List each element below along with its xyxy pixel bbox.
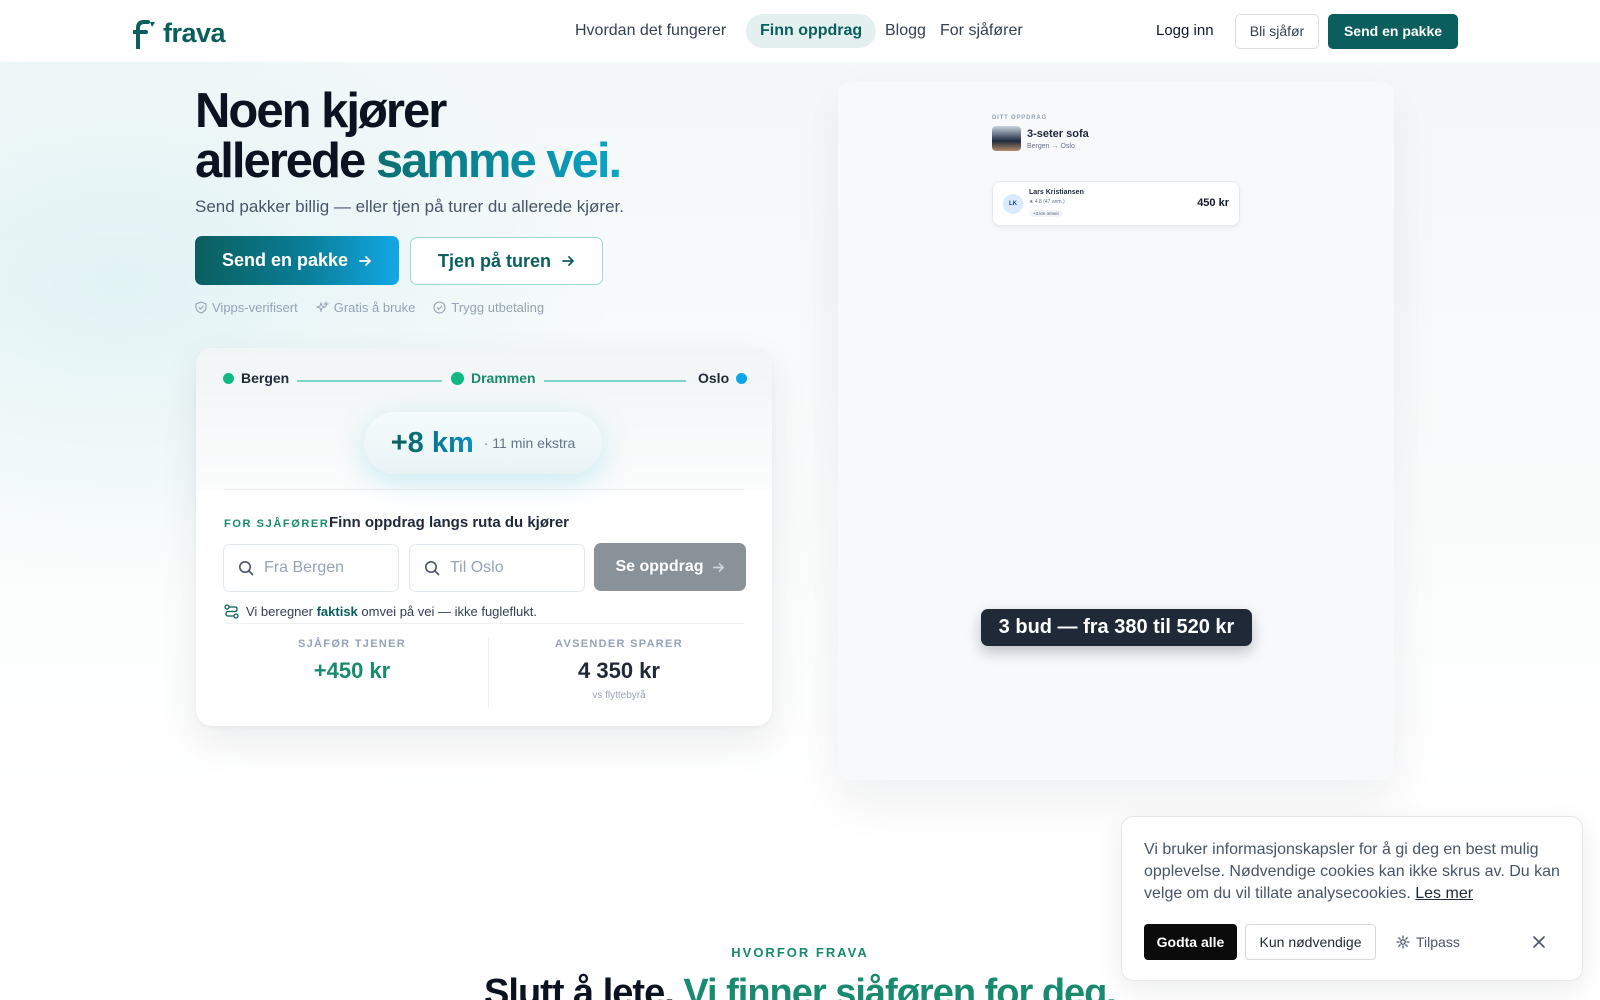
see-assignments-label: Se oppdrag (615, 558, 704, 575)
see-assignments-button[interactable]: Se oppdrag (594, 543, 746, 591)
to-city-input[interactable]: Til Oslo (409, 544, 585, 592)
search-icon (239, 561, 254, 576)
cookie-text: Vi bruker informasjonskapsler for å gi d… (1144, 839, 1564, 905)
earn-on-trip-cta-label: Tjen på turen (437, 250, 551, 271)
bidder-name: Lars Kristiansen (1029, 189, 1084, 196)
why-title-accent: Vi finner sjåføren for deg. (683, 972, 1117, 1000)
logo[interactable]: frava (133, 18, 226, 49)
for-drivers-label: FOR SJÅFØRER (224, 518, 330, 530)
nav-link-for-drivers[interactable]: For sjåfører (926, 14, 1037, 48)
sofa-thumbnail (992, 126, 1021, 151)
close-icon (1533, 936, 1545, 948)
sparkles-icon (315, 301, 329, 313)
cookie-banner: Vi bruker informasjonskapsler for å gi d… (1121, 816, 1583, 981)
bidder-rating: ★ 4.8 (47 anm.) (1029, 199, 1065, 205)
nav-link-find-assignments[interactable]: Finn oppdrag (746, 14, 877, 48)
for-drivers-heading: Finn oppdrag langs ruta du kjører (329, 514, 570, 531)
route-card: Bergen Drammen Oslo +8 km · 11 min ekstr… (196, 348, 772, 726)
route-segment (544, 380, 686, 382)
shield-check-icon (195, 301, 207, 314)
detour-time: · 11 min ekstra (483, 435, 576, 451)
stop-dot (223, 372, 234, 384)
bid-price: 450 kr (1197, 197, 1229, 209)
app-preview-panel: DITT OPPDRAG 3-seter sofa Bergen → Oslo … (838, 82, 1394, 780)
route-stop-destination: Oslo (698, 370, 748, 386)
stop-dot (451, 371, 464, 385)
logo-text: frava (163, 18, 226, 48)
trust-badge: Trygg utbetaling (433, 300, 544, 315)
trust-badges: Vipps-verifisert Gratis å bruke Trygg ut… (195, 300, 544, 315)
stop-label: Oslo (698, 370, 730, 386)
send-package-cta-button[interactable]: Send en pakke (195, 236, 399, 285)
divider (224, 489, 744, 490)
trust-badge-label: Vipps-verifisert (212, 300, 298, 315)
arrow-right-icon (359, 255, 371, 266)
to-city-placeholder: Til Oslo (450, 559, 504, 576)
trust-badge: Vipps-verifisert (195, 300, 298, 315)
route-stop-origin: Bergen (223, 370, 289, 386)
detour-pill: +8 km · 11 min ekstra (364, 412, 602, 474)
hero-title-accent: samme vei. (375, 134, 622, 188)
route-stop-via: Drammen (451, 370, 536, 386)
why-title-plain: Slutt å lete. (484, 972, 684, 1000)
divider (224, 623, 744, 624)
bid-detour-tag: +3 km omvei (1029, 210, 1063, 217)
avatar: LK (1003, 194, 1023, 214)
gear-icon (1396, 935, 1410, 949)
hero-title-line2: allerede (195, 134, 376, 188)
arrow-right-icon (562, 256, 574, 266)
preview-item-route: Bergen → Oslo (1027, 143, 1075, 150)
calc-text-bold: faktisk (316, 604, 358, 619)
become-driver-button[interactable]: Bli sjåfør (1235, 14, 1319, 49)
stat-subtext: vs flyttebyrå (592, 690, 646, 701)
hero-subtitle: Send pakker billig — eller tjen på turer… (195, 197, 624, 216)
calc-text-mid: omvei på vei (357, 604, 435, 619)
trust-badge-label: Gratis å bruke (333, 300, 416, 315)
search-icon (425, 561, 440, 576)
accept-all-button[interactable]: Godta alle (1144, 924, 1237, 960)
close-cookie-button[interactable] (1526, 929, 1552, 955)
calc-text-post: — ikke fugleflukt. (434, 604, 537, 619)
trust-badge: Gratis å bruke (315, 300, 416, 315)
stat-label: AVSENDER SPARER (555, 638, 683, 650)
calc-text-pre: Vi beregner (246, 604, 317, 619)
customize-button[interactable]: Tilpass (1396, 924, 1460, 960)
from-city-input[interactable]: Fra Bergen (223, 544, 399, 592)
hero-title: Noen kjører allerede samme vei. (195, 84, 622, 188)
earn-on-trip-cta-button[interactable]: Tjen på turen (410, 237, 603, 285)
calculation-note: Vi beregner faktisk omvei på vei — ikke … (224, 604, 537, 619)
send-package-nav-button[interactable]: Send en pakke (1328, 14, 1458, 49)
cookie-read-more-link[interactable]: Les mer (1415, 885, 1473, 902)
top-navigation: frava Hvordan det fungerer Finn oppdrag … (0, 0, 1600, 62)
trust-badge-label: Trygg utbetaling (451, 300, 545, 315)
stat-value: +450 kr (313, 658, 391, 683)
nav-link-how-it-works[interactable]: Hvordan det fungerer (561, 14, 740, 48)
bid-card[interactable]: LK Lars Kristiansen ★ 4.8 (47 anm.) +3 k… (992, 181, 1240, 226)
cookie-message: Vi bruker informasjonskapsler for å gi d… (1144, 841, 1560, 902)
login-button[interactable]: Logg inn (1156, 14, 1214, 48)
stop-label: Drammen (471, 370, 536, 386)
customize-label: Tilpass (1416, 934, 1460, 950)
stat-label: SJÅFØR TJENER (298, 638, 406, 650)
send-package-cta-label: Send en pakke (221, 250, 349, 270)
check-circle-icon (433, 301, 446, 314)
preview-item-title: 3-seter sofa (1027, 128, 1089, 140)
from-city-placeholder: Fra Bergen (264, 559, 345, 576)
arrow-right-icon (712, 562, 724, 572)
bids-summary-badge: 3 bud — fra 380 til 520 kr (981, 609, 1252, 646)
stop-dot (736, 372, 748, 384)
stop-label: Bergen (241, 370, 290, 386)
calculation-note-text: Vi beregner faktisk omvei på vei — ikke … (246, 604, 537, 619)
driver-earns-stat: SJÅFØR TJENER +450 kr (222, 638, 482, 684)
preview-label: DITT OPPDRAG (992, 115, 1047, 121)
route-visual: Bergen Drammen Oslo +8 km · 11 min ekstr… (196, 348, 772, 490)
frava-logo-icon (133, 19, 155, 49)
sender-saves-stat: AVSENDER SPARER 4 350 kr vs flyttebyrå (489, 638, 749, 701)
detour-distance: +8 km (390, 426, 474, 459)
route-icon (224, 604, 239, 619)
hero-title-line1: Noen kjører (195, 84, 447, 138)
stat-value: 4 350 kr (578, 658, 660, 683)
route-segment (297, 380, 442, 382)
necessary-only-button[interactable]: Kun nødvendige (1245, 924, 1376, 960)
